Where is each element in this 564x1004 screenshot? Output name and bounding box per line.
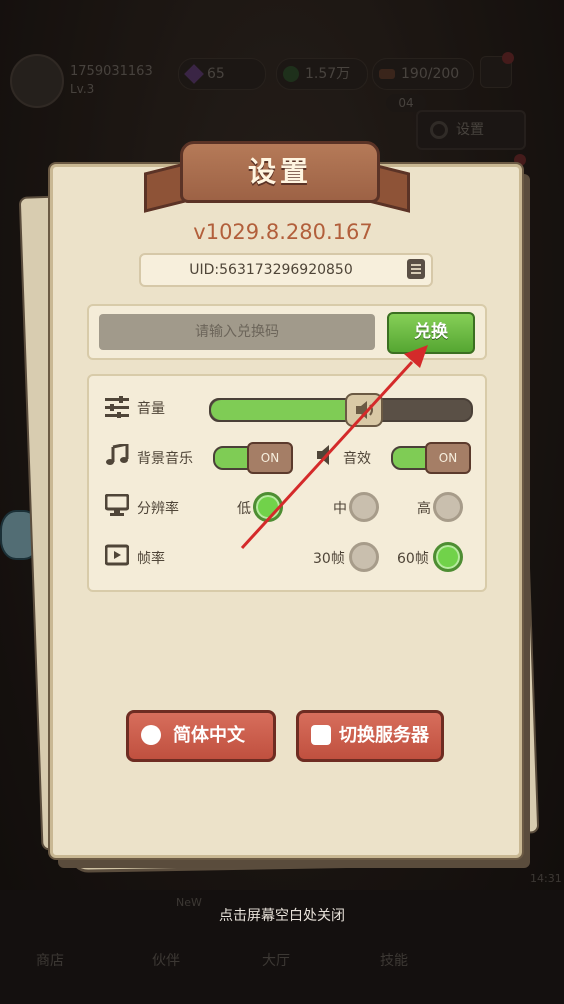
- annotation-arrow: [240, 345, 428, 550]
